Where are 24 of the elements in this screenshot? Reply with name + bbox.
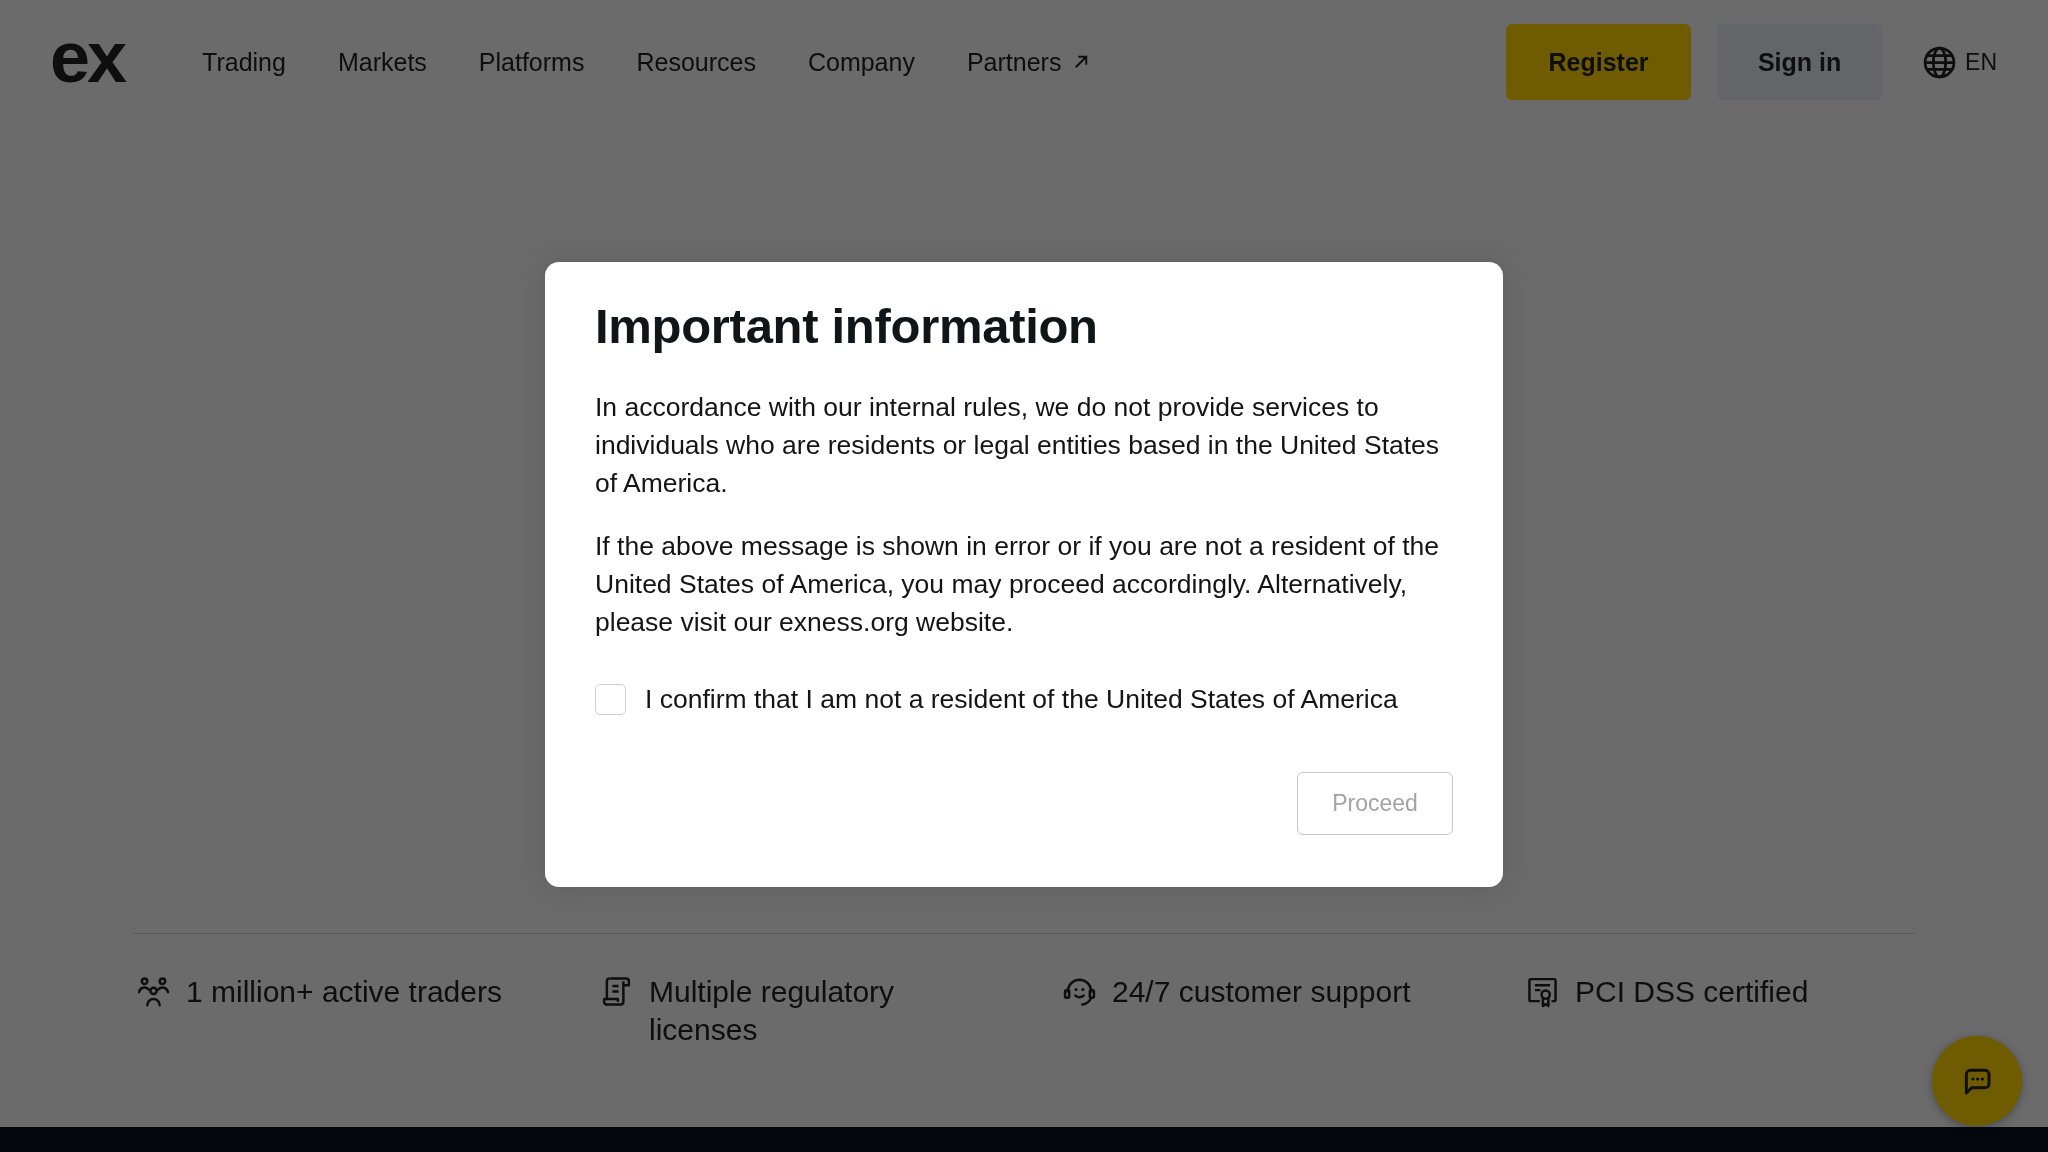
chat-button[interactable] xyxy=(1932,1036,2022,1126)
modal-title: Important information xyxy=(595,298,1098,354)
feature-text: PCI DSS certified xyxy=(1575,974,1809,1010)
nav-link[interactable]: Partners xyxy=(966,47,1089,77)
logo[interactable]: ex xyxy=(50,26,125,98)
nav-link[interactable]: Markets xyxy=(337,47,427,77)
modal-paragraph: If the above message is shown in error or if you are not a resident of the United States of America, you may proceed accordingly. Alternatively, please visit our exness.org website. xyxy=(595,530,1441,639)
feature-text: 24/7 customer support xyxy=(1112,974,1411,1010)
nav-link[interactable]: Trading xyxy=(202,47,286,77)
people-icon xyxy=(137,975,170,1008)
checkbox[interactable] xyxy=(595,683,626,715)
nav-link[interactable]: Resources xyxy=(636,47,756,77)
nav-link[interactable]: Company xyxy=(807,47,915,77)
document-icon xyxy=(600,975,633,1008)
register-button[interactable]: Register xyxy=(1506,24,1692,100)
certificate-icon xyxy=(1526,975,1559,1008)
modal-paragraph: In accordance with our internal rules, we do not provide services to individuals who are residents or legal entities based in the United States of America. xyxy=(595,391,1441,500)
language-button[interactable]: EN xyxy=(1923,45,1997,79)
feature-text: Multiple regulatory licenses xyxy=(649,974,896,1048)
nav-link[interactable]: Platforms xyxy=(478,47,585,77)
sign-in-button[interactable]: Sign in xyxy=(1717,24,1883,100)
feature-text: 1 million+ active traders xyxy=(186,974,502,1010)
checkbox-label: I confirm that I am not a resident of the United States of America xyxy=(645,683,1398,716)
globe-icon xyxy=(1923,45,1957,79)
